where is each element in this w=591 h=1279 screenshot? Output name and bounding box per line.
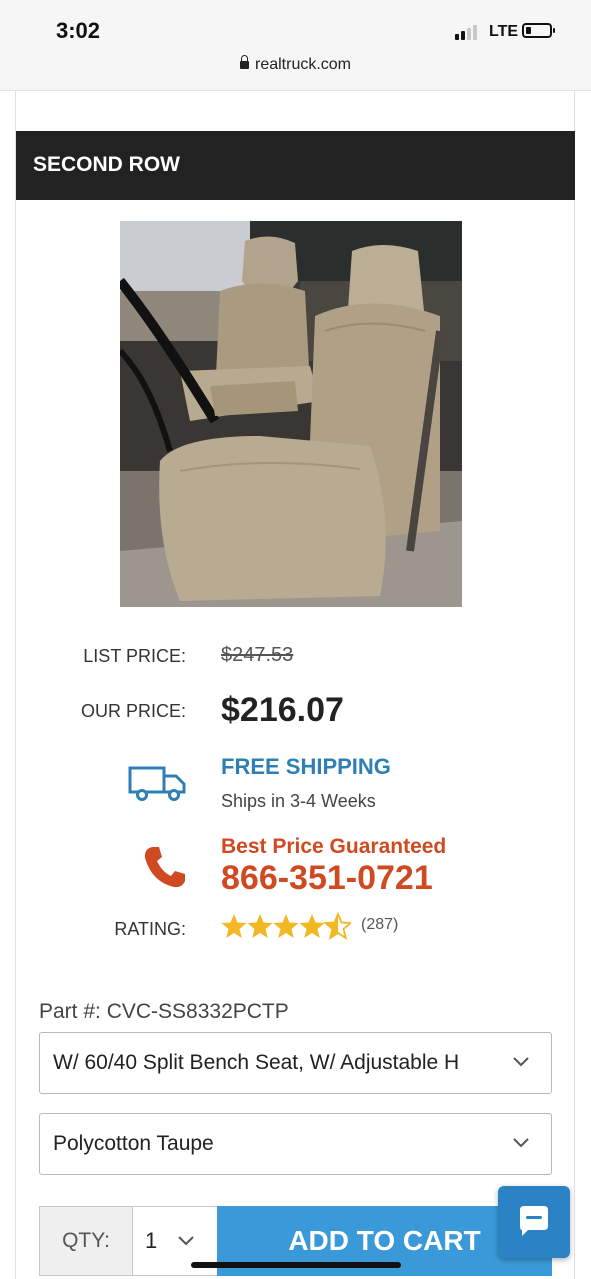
ships-in-text: Ships in 3-4 Weeks bbox=[221, 791, 376, 811]
qty-value: 1 bbox=[145, 1228, 158, 1253]
star-icon bbox=[221, 914, 247, 938]
home-indicator[interactable] bbox=[191, 1262, 401, 1268]
review-count[interactable]: (287) bbox=[361, 916, 398, 934]
qty-label: QTY: bbox=[40, 1207, 133, 1275]
product-image[interactable] bbox=[120, 221, 462, 607]
phone-number-link[interactable]: 866-351-0721 bbox=[221, 859, 433, 898]
rating-label: RATING: bbox=[114, 919, 186, 939]
signal-icon bbox=[455, 24, 483, 40]
address-bar[interactable]: realtruck.com bbox=[0, 55, 591, 74]
part-number: Part #: CVC-SS8332PCTP bbox=[39, 1000, 289, 1023]
free-shipping-title: FREE SHIPPING bbox=[221, 754, 391, 779]
star-icon bbox=[247, 914, 273, 938]
star-rating[interactable] bbox=[221, 912, 351, 940]
chat-bubble-icon bbox=[520, 1206, 548, 1236]
status-time: 3:02 bbox=[56, 18, 101, 43]
our-price: $216.07 bbox=[221, 691, 344, 729]
chevron-down-icon bbox=[513, 1057, 529, 1067]
list-price: $247.53 bbox=[221, 644, 294, 666]
star-icon bbox=[299, 914, 325, 938]
chevron-down-icon bbox=[513, 1138, 529, 1148]
seat-cover-photo bbox=[120, 221, 462, 607]
material-option-value: Polycotton Taupe bbox=[53, 1132, 214, 1155]
seat-option-value: W/ 60/40 Split Bench Seat, W/ Adjustable… bbox=[53, 1051, 460, 1074]
battery-icon bbox=[522, 23, 555, 38]
our-price-label: OUR PRICE: bbox=[80, 701, 186, 721]
chevron-down-icon bbox=[178, 1236, 194, 1246]
list-price-label: LIST PRICE: bbox=[83, 646, 186, 666]
star-icon bbox=[273, 914, 299, 938]
url-text: realtruck.com bbox=[254, 56, 352, 73]
section-header: SECOND ROW bbox=[16, 131, 575, 200]
half-star-icon bbox=[324, 913, 351, 939]
phone-icon[interactable] bbox=[142, 844, 188, 895]
truck-icon bbox=[128, 764, 188, 807]
network-type: LTE bbox=[489, 23, 519, 40]
material-option-select[interactable]: Polycotton Taupe bbox=[39, 1113, 552, 1175]
lock-icon bbox=[239, 55, 249, 69]
seat-option-select[interactable]: W/ 60/40 Split Bench Seat, W/ Adjustable… bbox=[39, 1032, 552, 1094]
status-bar: 3:02 LTE realtruck.com bbox=[0, 0, 591, 91]
best-price-guaranteed: Best Price Guaranteed bbox=[221, 835, 447, 858]
chat-button[interactable] bbox=[498, 1186, 570, 1258]
